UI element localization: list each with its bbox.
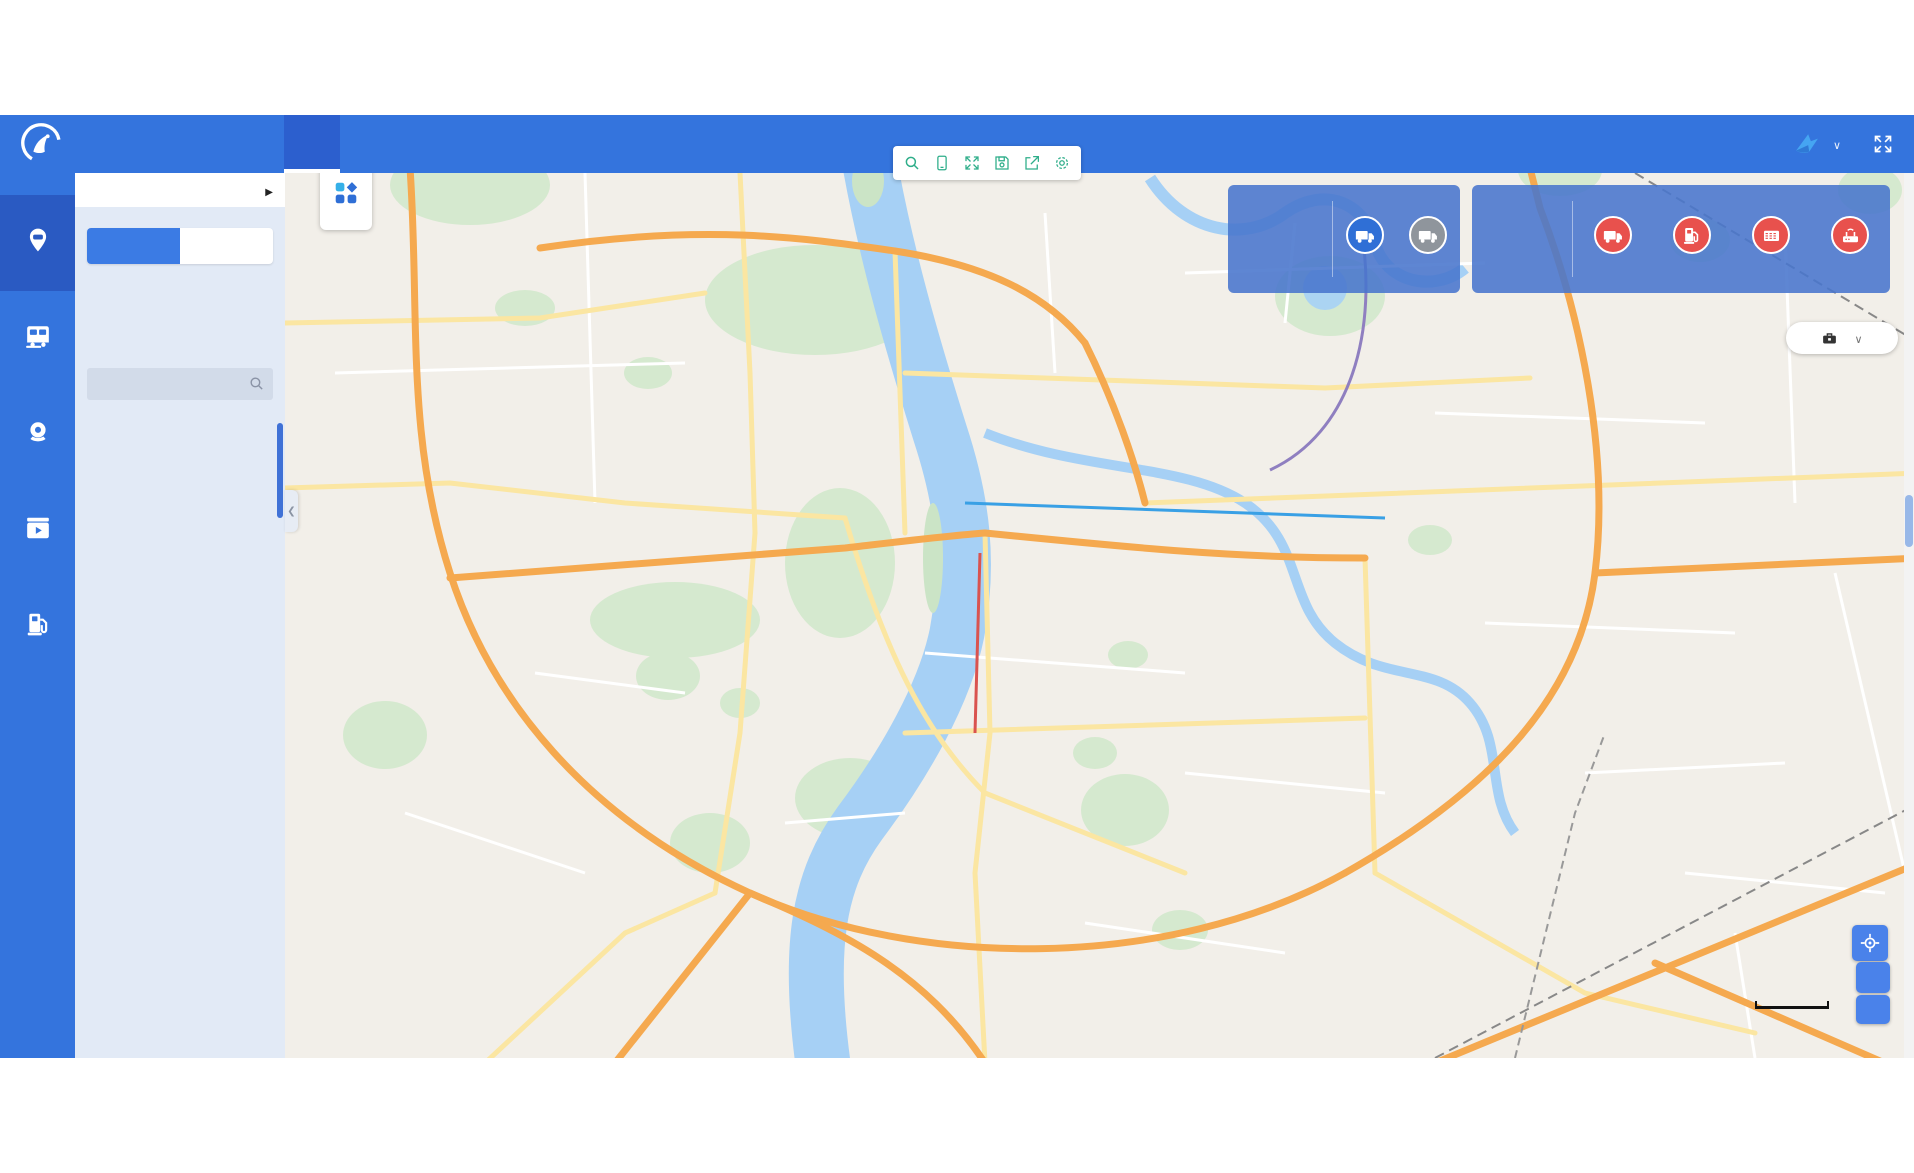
search-input[interactable] (87, 368, 273, 400)
navbar-right (1793, 115, 1898, 173)
fuel-alarm-stat[interactable] (1673, 216, 1711, 262)
vehicle-type-grid-icon (333, 180, 359, 206)
zoom-in-button[interactable] (1856, 962, 1890, 993)
save-icon[interactable] (987, 146, 1017, 180)
sidebar-item-vehicle-monitor[interactable] (0, 387, 75, 483)
locate-button[interactable] (1852, 925, 1888, 961)
device-screen-icon[interactable] (927, 146, 957, 180)
vehicle-type-button[interactable] (320, 173, 372, 230)
fleet-stats-panel (1228, 185, 1460, 293)
nav-item-overview-map[interactable] (228, 115, 284, 173)
nav-item-report-center[interactable] (340, 115, 396, 173)
sidebar-item-vehicle-track[interactable] (0, 291, 75, 387)
fullscreen-icon (1873, 134, 1893, 154)
toolbox-icon (1821, 330, 1838, 347)
pin-car-icon (25, 227, 51, 253)
circle-search-icon[interactable] (897, 146, 927, 180)
work-alarm-stat[interactable] (1594, 216, 1632, 262)
work-alarm-truck-icon (1594, 216, 1632, 254)
page-scrollbar (1904, 173, 1914, 1058)
alarm-stats-panel (1472, 185, 1890, 293)
crane-logo-icon (18, 120, 64, 166)
expand-icon[interactable] (957, 146, 987, 180)
fullscreen-button[interactable] (1873, 134, 1898, 154)
locate-icon (1859, 932, 1881, 954)
camera-icon (25, 419, 51, 445)
avatar (1793, 131, 1819, 157)
simple-mode-button[interactable] (180, 228, 273, 264)
sidebar-item-vehicle-fuel[interactable] (0, 579, 75, 675)
water-tank-alarm-icon (1752, 216, 1790, 254)
detail-mode-button[interactable] (87, 228, 180, 264)
nav-item-vehicle-management[interactable] (284, 115, 340, 173)
map-canvas[interactable] (285, 173, 1914, 1058)
online-truck-icon (1346, 216, 1384, 254)
search-icon (248, 375, 265, 392)
settings-gear-icon[interactable] (1047, 146, 1077, 180)
fuel-alarm-icon (1673, 216, 1711, 254)
vehicle-panel (75, 173, 285, 1058)
chevron-down-icon (1850, 330, 1862, 346)
alarm-total (1472, 201, 1573, 277)
fleet-total (1228, 201, 1333, 277)
map-scale (1755, 999, 1829, 1009)
sidebar-item-vehicle-location[interactable] (0, 195, 75, 291)
map-toolbar (893, 146, 1081, 180)
main-nav (228, 115, 452, 173)
device-alarm-icon (1831, 216, 1869, 254)
left-sidebar (0, 173, 75, 1058)
user-menu[interactable] (1829, 136, 1841, 153)
sidebar-item-history-monitor[interactable] (0, 483, 75, 579)
video-icon (25, 515, 51, 541)
offline-stat[interactable] (1409, 216, 1447, 262)
offline-truck-icon (1409, 216, 1447, 254)
page-scrollbar-thumb[interactable] (1905, 495, 1913, 547)
panel-collapse-button[interactable] (285, 490, 298, 532)
track-bus-icon (25, 323, 51, 349)
device-alarm-stat[interactable] (1831, 216, 1869, 262)
mode-toggle (87, 228, 273, 264)
vehicle-management-app (0, 0, 1914, 1173)
zoom-out-button[interactable] (1856, 995, 1890, 1024)
map-base-layer (285, 173, 1914, 1058)
search-box (87, 368, 273, 400)
org-selector[interactable] (75, 173, 285, 207)
scale-bar (1755, 1001, 1829, 1009)
list-scrollbar-thumb[interactable] (277, 423, 283, 518)
vehicle-list (75, 423, 285, 1058)
online-stat[interactable] (1346, 216, 1384, 262)
arrow-right-icon (265, 182, 273, 199)
app-logo (18, 120, 72, 166)
fuel-icon (25, 611, 51, 637)
nav-item-platform-management[interactable] (396, 115, 452, 173)
toolbox-button[interactable] (1786, 322, 1898, 354)
export-icon[interactable] (1017, 146, 1047, 180)
water-alarm-stat[interactable] (1752, 216, 1790, 262)
list-scrollbar (277, 423, 283, 1058)
